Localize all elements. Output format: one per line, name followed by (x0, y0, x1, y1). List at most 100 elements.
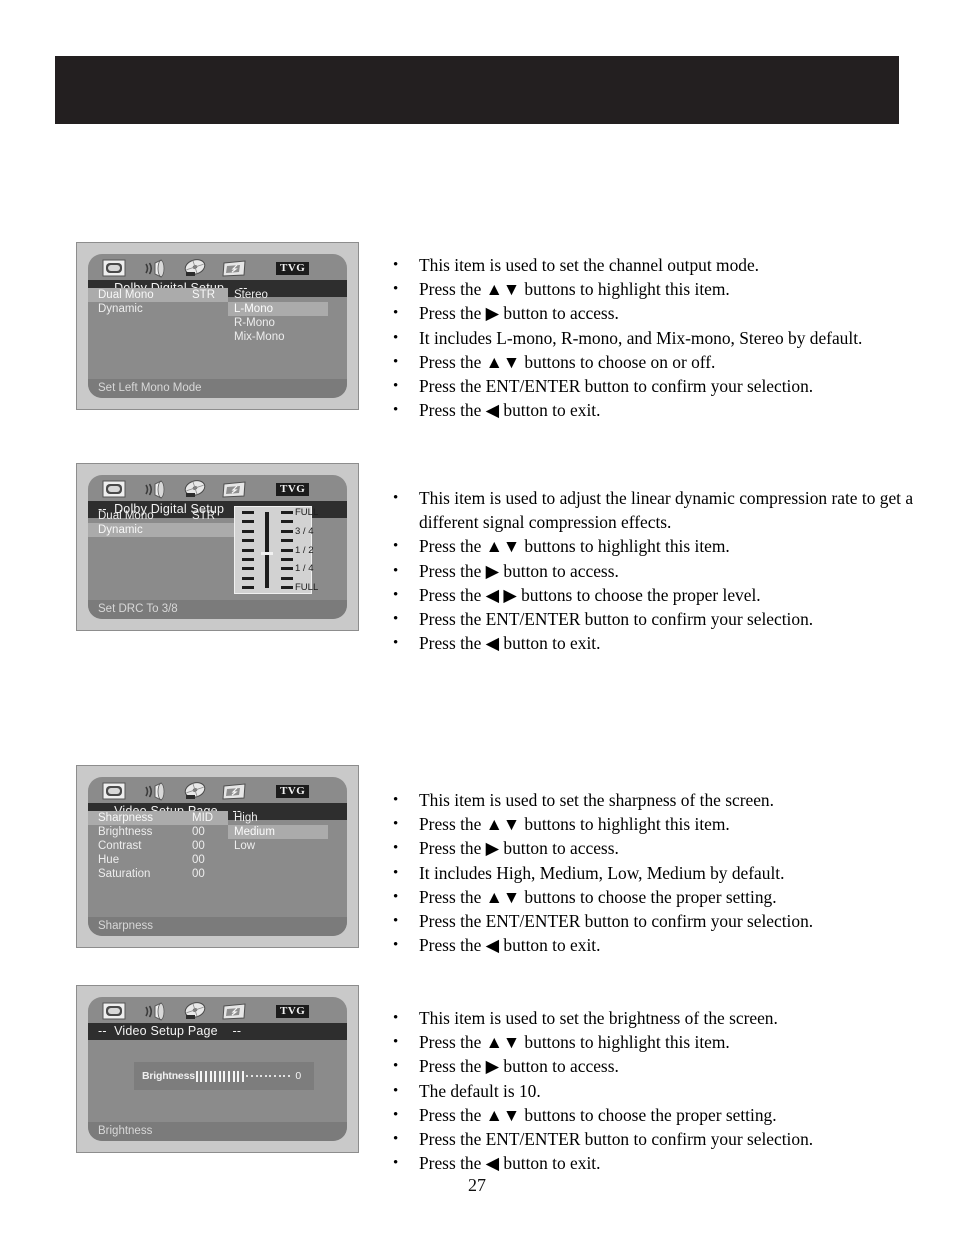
tvg-badge: TVG (276, 785, 310, 798)
list-item: • Press the ▶ button to access. (390, 1054, 928, 1078)
osd-row-brightness[interactable]: Brightness 00 (88, 825, 228, 839)
bullet-icon: • (393, 1106, 399, 1123)
osd-option-list: Stereo L-Mono R-Mono Mix-Mono (228, 288, 328, 344)
osd-option-stereo[interactable]: Stereo (228, 288, 328, 302)
brightness-slider[interactable]: Brightness 0 (134, 1062, 314, 1090)
osd-row-label: Dual Mono (98, 289, 154, 301)
drc-knob[interactable] (261, 552, 273, 555)
bullet-icon: • (393, 864, 399, 881)
osd-option-l-mono[interactable]: L-Mono (228, 302, 328, 316)
osd-row-value: STR (192, 289, 215, 301)
osd-option-mix-mono[interactable]: Mix-Mono (228, 330, 328, 344)
list-item: • Press the ▲▼ buttons to highlight this … (390, 812, 928, 836)
osd-row-value: 00 (192, 826, 205, 838)
list-item: • This item is used to set the brightness… (390, 1006, 928, 1030)
osd-icon-bar: TVG (88, 254, 347, 280)
brightness-value: 0 (295, 1070, 302, 1082)
list-item: • Press the ENT/ENTER button to confirm y… (390, 1127, 928, 1151)
osd-row-hue[interactable]: Hue 00 (88, 853, 228, 867)
osd-option-list: High Medium Low (228, 811, 328, 853)
bullet-icon: • (393, 538, 399, 555)
osd-row-saturation[interactable]: Saturation 00 (88, 867, 228, 881)
bullet-icon: • (393, 1131, 399, 1148)
bullet-icon: • (393, 1155, 399, 1172)
bullet-icon: • (393, 1082, 399, 1099)
osd-status-hint: Set DRC To 3/8 (88, 600, 347, 619)
disc-setup-icon[interactable] (182, 1002, 208, 1021)
osd-icon-bar: TVG (88, 997, 347, 1023)
osd-row-label: Sharpness (98, 812, 153, 824)
bullet-icon: • (393, 257, 399, 273)
bullet-icon: • (393, 586, 399, 603)
tv-picture-icon[interactable] (102, 782, 128, 801)
drc-left-ticks (242, 511, 254, 589)
bullet-icon: • (393, 329, 399, 346)
disc-setup-icon[interactable] (182, 480, 208, 499)
osd-option-high[interactable]: High (228, 811, 328, 825)
notes-dynamic: • This item is used to adjust the linear … (390, 486, 928, 655)
list-item: • Press the ▲▼ buttons to choose the prop… (390, 1103, 928, 1127)
bullet-icon: • (393, 402, 399, 419)
tvg-badge: TVG (276, 483, 310, 496)
list-item: • Press the ▶ button to access. (390, 301, 925, 325)
osd-row-dual-mono[interactable]: Dual Mono STR (88, 288, 228, 302)
drc-label-full-bottom: FULL (295, 582, 319, 593)
speaker-audio-icon[interactable] (142, 259, 168, 278)
osd-icon-bar: TVG (88, 475, 347, 501)
bullet-icon: • (393, 562, 399, 579)
speaker-audio-icon[interactable] (142, 782, 168, 801)
osd-status-hint: Brightness (88, 1122, 347, 1141)
bullet-icon: • (393, 281, 399, 298)
bullet-icon: • (393, 305, 399, 322)
tv-picture-icon[interactable] (102, 259, 128, 278)
speaker-audio-icon[interactable] (142, 1002, 168, 1021)
drc-track (265, 512, 269, 588)
osd-row-value: 00 (192, 868, 205, 880)
list-item: • Press the ▲▼ buttons to choose on or of… (390, 350, 925, 374)
disc-setup-icon[interactable] (182, 259, 208, 278)
osd-row-dynamic[interactable]: Dynamic (88, 302, 228, 316)
osd-figure-brightness: TVG -- Video Setup Page -- Brightness 0 … (76, 985, 359, 1153)
osd-row-label: Contrast (98, 840, 142, 852)
osd-option-medium[interactable]: Medium (228, 825, 328, 839)
tv-picture-icon[interactable] (102, 480, 128, 499)
osd-option-r-mono[interactable]: R-Mono (228, 316, 328, 330)
osd-option-low[interactable]: Low (228, 839, 328, 853)
osd-row-dynamic[interactable]: Dynamic (88, 523, 238, 537)
osd-menu-rows: Dual Mono STR Dynamic (88, 509, 238, 537)
osd-screen: TVG -- Video Setup Page -- Sharpness MID… (88, 777, 347, 936)
osd-row-label: Dynamic (98, 524, 143, 536)
brightness-ticks (195, 1070, 292, 1082)
tv-picture-icon[interactable] (102, 1002, 128, 1021)
osd-row-sharpness[interactable]: Sharpness MID (88, 811, 228, 825)
display-preference-icon[interactable] (222, 480, 248, 499)
speaker-audio-icon[interactable] (142, 480, 168, 499)
list-item: • Press the ▲▼ buttons to choose the prop… (390, 885, 928, 909)
display-preference-icon[interactable] (222, 1002, 248, 1021)
bullet-icon: • (393, 635, 399, 652)
osd-screen: TVG -- Video Setup Page -- Brightness 0 … (88, 997, 347, 1141)
bullet-icon: • (393, 490, 399, 506)
osd-row-contrast[interactable]: Contrast 00 (88, 839, 228, 853)
drc-right-ticks: FULL 3 / 4 1 / 2 1 / 4 FULL (281, 508, 318, 592)
osd-figure-dynamic: TVG -- Dolby Digital Setup -- Dual Mono … (76, 463, 359, 631)
osd-screen: TVG -- Dolby Digital Setup -- Dual Mono … (88, 475, 347, 619)
drc-slider[interactable]: FULL 3 / 4 1 / 2 1 / 4 FULL (234, 506, 318, 594)
list-item: • Press the ◀ button to exit. (390, 398, 925, 422)
notes-brightness: • This item is used to set the brightness… (390, 1006, 928, 1175)
list-item: • This item is used to set the channel ou… (390, 253, 925, 277)
bullet-icon: • (393, 1010, 399, 1026)
display-preference-icon[interactable] (222, 259, 248, 278)
osd-row-value: 00 (192, 840, 205, 852)
osd-menu-rows: Dual Mono STR Dynamic (88, 288, 228, 316)
list-item: • Press the ▲▼ buttons to highlight this … (390, 1030, 928, 1054)
display-preference-icon[interactable] (222, 782, 248, 801)
list-item: • It includes High, Medium, Low, Medium b… (390, 861, 928, 885)
list-item: • Press the ◀ button to exit. (390, 631, 928, 655)
disc-setup-icon[interactable] (182, 782, 208, 801)
osd-row-dual-mono[interactable]: Dual Mono STR (88, 509, 228, 523)
page-header-band (55, 56, 899, 124)
osd-title: -- Video Setup Page -- (88, 1023, 347, 1040)
list-item: • Press the ENT/ENTER button to confirm y… (390, 607, 928, 631)
osd-row-value: MID (192, 812, 214, 824)
